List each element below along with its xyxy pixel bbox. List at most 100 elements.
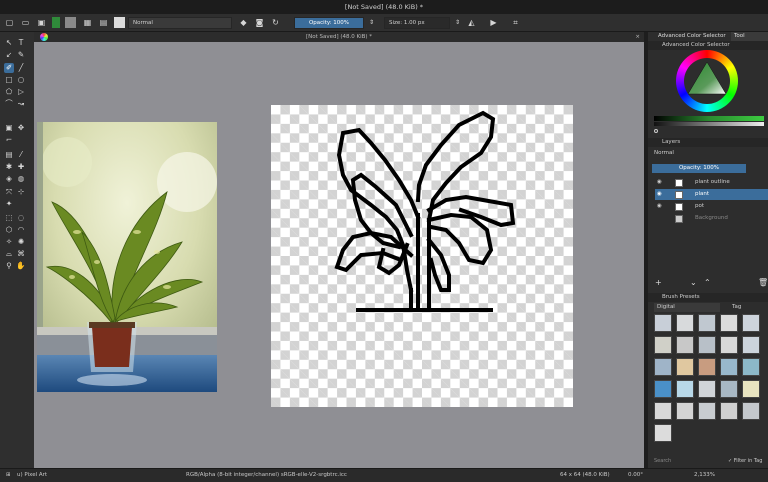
colorize-mask-tool-icon[interactable]: ✱ xyxy=(4,162,14,172)
reference-image[interactable] xyxy=(37,122,217,392)
mirror-horizontal-icon[interactable]: ◭ xyxy=(466,17,477,28)
brush-preset-item[interactable] xyxy=(676,358,694,376)
brush-preset-item[interactable] xyxy=(720,402,738,420)
zoom-level[interactable]: 2,133% xyxy=(694,469,715,482)
brush-preset-item[interactable] xyxy=(654,358,672,376)
similar-selection-tool-icon[interactable]: ✺ xyxy=(16,237,26,247)
background-color-swatch[interactable] xyxy=(65,17,76,28)
measure-tool-icon[interactable]: ⊹ xyxy=(16,187,26,197)
layer-name[interactable]: pot xyxy=(695,201,704,212)
brush-preset-item[interactable] xyxy=(654,380,672,398)
brush-preset-item[interactable] xyxy=(676,402,694,420)
layer-name[interactable]: Background xyxy=(695,213,728,224)
layer-name[interactable]: plant xyxy=(695,189,709,200)
brush-preset-item[interactable] xyxy=(720,336,738,354)
opacity-slider[interactable]: Opacity: 100% xyxy=(294,17,364,29)
brush-preset-item[interactable] xyxy=(720,358,738,376)
layer-name[interactable]: plant outline xyxy=(695,177,730,188)
new-document-icon[interactable]: ▢ xyxy=(4,17,15,28)
foreground-color-swatch[interactable] xyxy=(52,17,60,28)
preserve-alpha-icon[interactable]: ◙ xyxy=(254,17,265,28)
edit-shapes-tool-icon[interactable]: ↙ xyxy=(4,50,14,60)
brush-preset-item[interactable] xyxy=(654,402,672,420)
gradient-tool-icon[interactable]: ▤ xyxy=(4,150,14,160)
eye-icon[interactable]: ◉ xyxy=(657,177,662,188)
smart-patch-tool-icon[interactable]: ✚ xyxy=(16,162,26,172)
select-shapes-tool-icon[interactable]: ↖ xyxy=(4,38,14,48)
brush-preset-item[interactable] xyxy=(698,336,716,354)
crop-tool-icon[interactable]: ⌐ xyxy=(4,135,14,145)
brush-preset-item[interactable] xyxy=(742,314,760,332)
calligraphy-tool-icon[interactable]: ✎ xyxy=(16,50,26,60)
zoom-tool-icon[interactable]: ⚲ xyxy=(4,261,14,271)
canvas-rotate-icon[interactable]: ⌗ xyxy=(510,17,521,28)
brush-preset-item[interactable] xyxy=(654,424,672,442)
brush-search-input[interactable]: Search xyxy=(654,458,671,464)
bezier-selection-tool-icon[interactable]: ⌓ xyxy=(4,249,14,259)
layers-opacity-slider[interactable]: Opacity: 100% xyxy=(652,164,746,173)
brush-preset-name[interactable]: u) Pixel Art xyxy=(17,469,47,482)
brush-preset-item[interactable] xyxy=(676,380,694,398)
move-layer-down-icon[interactable]: ⌄ xyxy=(690,278,697,287)
reference-images-tool-icon[interactable]: ✦ xyxy=(4,199,14,209)
freehand-path-tool-icon[interactable]: ↝ xyxy=(16,99,26,109)
add-layer-icon[interactable]: + xyxy=(655,278,662,287)
brush-preset-item[interactable] xyxy=(742,336,760,354)
gradient-icon[interactable]: ▤ xyxy=(98,17,109,28)
tab-tool-options[interactable]: Tool Options xyxy=(731,32,768,48)
filter-in-tag-checkbox[interactable]: ✓ Filter in Tag xyxy=(728,458,762,464)
eraser-icon[interactable]: ◆ xyxy=(238,17,249,28)
document-tab[interactable]: [Not Saved] (48.0 KiB) * × xyxy=(34,32,644,42)
pattern-icon[interactable]: ▦ xyxy=(82,17,93,28)
layer-row[interactable]: ◉ pot xyxy=(655,201,768,212)
brush-preset-item[interactable] xyxy=(676,314,694,332)
color-gray-slider[interactable] xyxy=(654,122,764,126)
brush-preset-item[interactable] xyxy=(698,358,716,376)
size-stepper-icon[interactable]: ⇕ xyxy=(452,17,463,28)
polyline-tool-icon[interactable]: ▷ xyxy=(16,87,26,97)
brush-preset-item[interactable] xyxy=(720,314,738,332)
transform-tool-icon[interactable]: ▣ xyxy=(4,123,14,133)
elliptical-selection-tool-icon[interactable]: ◌ xyxy=(16,213,26,223)
opacity-stepper-icon[interactable]: ⇕ xyxy=(366,17,377,28)
layer-row[interactable]: Background xyxy=(655,213,768,224)
size-slider[interactable]: Size: 1.00 px xyxy=(384,17,450,29)
brush-preset-item[interactable] xyxy=(654,314,672,332)
enclose-fill-tool-icon[interactable]: ◍ xyxy=(16,174,26,184)
brush-preset-item[interactable] xyxy=(698,402,716,420)
fill-tool-icon[interactable]: ◈ xyxy=(4,174,14,184)
bezier-tool-icon[interactable]: ⌒ xyxy=(4,99,14,109)
reload-preset-icon[interactable]: ↻ xyxy=(270,17,281,28)
contiguous-selection-tool-icon[interactable]: ✧ xyxy=(4,237,14,247)
brush-preset-item[interactable] xyxy=(742,402,760,420)
polygonal-selection-tool-icon[interactable]: ⬡ xyxy=(4,225,14,235)
rectangle-tool-icon[interactable]: □ xyxy=(4,75,14,85)
text-tool-icon[interactable]: T xyxy=(16,38,26,48)
assistant-tool-icon[interactable]: ⤧ xyxy=(4,187,14,197)
brush-preset-item[interactable] xyxy=(654,336,672,354)
brush-preset-item[interactable] xyxy=(720,380,738,398)
color-value-slider[interactable] xyxy=(654,116,764,121)
open-folder-icon[interactable]: ▭ xyxy=(20,17,31,28)
save-icon[interactable]: ▣ xyxy=(36,17,47,28)
brush-tag-button[interactable]: Tag xyxy=(732,303,741,312)
eye-icon[interactable]: ◉ xyxy=(657,201,662,212)
eye-icon[interactable]: ◉ xyxy=(657,189,662,200)
move-tool-icon[interactable]: ✥ xyxy=(16,123,26,133)
delete-layer-icon[interactable]: 🗑 xyxy=(758,278,768,287)
hue-ring[interactable] xyxy=(676,50,738,112)
magnetic-selection-tool-icon[interactable]: ⌘ xyxy=(16,249,26,259)
line-tool-icon[interactable]: ╱ xyxy=(16,63,26,73)
move-layer-up-icon[interactable]: ⌃ xyxy=(704,278,711,287)
color-history-icon[interactable] xyxy=(654,129,658,133)
layer-row[interactable]: ◉ plant outline xyxy=(655,177,768,188)
wrap-around-icon[interactable]: ▶ xyxy=(488,17,499,28)
rotation-value[interactable]: 0.00° xyxy=(628,469,643,482)
rectangular-selection-tool-icon[interactable]: ⬚ xyxy=(4,213,14,223)
brush-preset-item[interactable] xyxy=(742,380,760,398)
tab-advanced-color-selector[interactable]: Advanced Color Selector xyxy=(658,32,726,41)
brush-preset-item[interactable] xyxy=(698,314,716,332)
polygon-tool-icon[interactable]: ⬠ xyxy=(4,87,14,97)
brush-category-select[interactable]: Digital xyxy=(654,303,720,312)
freehand-selection-tool-icon[interactable]: ◠ xyxy=(16,225,26,235)
